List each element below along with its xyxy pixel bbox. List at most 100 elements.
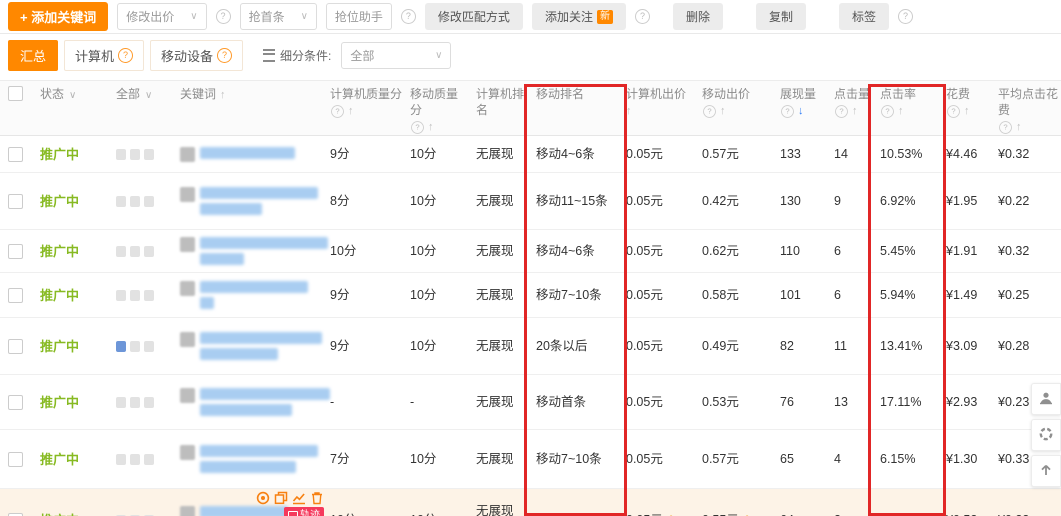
float-button-back-to-top[interactable] xyxy=(1031,455,1061,487)
column-header-mobile-quality-score[interactable]: 移动质量分? ↑ xyxy=(402,86,468,135)
tab-summary[interactable]: 汇总 xyxy=(8,39,59,71)
column-header-icons: ↑ xyxy=(626,104,694,119)
sort-icon[interactable]: ↑ xyxy=(220,89,226,101)
pc-bid-cell: 0.05元 xyxy=(618,192,694,211)
sort-icon[interactable]: ↑ xyxy=(852,104,858,119)
keyword-thumb xyxy=(180,332,195,348)
pc-rank-value: 无展现 xyxy=(476,244,514,258)
pc-rank-cell: 无展现 xyxy=(468,286,528,305)
row-checkbox[interactable] xyxy=(8,146,23,162)
table-row: 推广中轨迹10分10分无展现分布移动7~10条0.05元✎0.55元✎6423.… xyxy=(0,489,1061,516)
sort-icon[interactable]: ↑ xyxy=(348,104,354,119)
trajectory-badge[interactable]: 轨迹 xyxy=(284,507,324,516)
help-icon[interactable]: ? xyxy=(118,47,134,63)
table-row: 推广中 8分 10分 无展现 移动11~15条 0.05元 0.42元 130 9 6.92% ¥1… xyxy=(0,173,1061,231)
clicks-cell: 4 xyxy=(834,452,841,466)
segment-filter-dropdown[interactable]: 全部 ∨ xyxy=(341,41,452,69)
add-watch-button[interactable]: 添加关注 新 xyxy=(531,3,626,30)
device-icon xyxy=(116,148,126,160)
column-header-keyword[interactable]: 关键词 ↑ xyxy=(172,86,322,103)
copy-button[interactable]: 复制 xyxy=(755,3,806,30)
table-row: 推广中 - - 无展现 移动首条 0.05元 0.53元 76 13 17.11% ¥2.93 ¥0.… xyxy=(0,375,1061,431)
select-all-checkbox[interactable] xyxy=(8,86,23,101)
sort-icon[interactable]: ↑ xyxy=(1016,120,1022,135)
bid-value: 0.05元 xyxy=(626,452,663,466)
row-checkbox[interactable] xyxy=(8,394,23,410)
float-button-campaign[interactable] xyxy=(1031,419,1061,451)
column-header-icons: ? ↑ xyxy=(702,104,772,119)
help-icon[interactable]: ? xyxy=(400,9,416,24)
avg-click-cost-cell: ¥0.32 xyxy=(998,147,1030,161)
column-header-cost[interactable]: 花费? ↑ xyxy=(938,86,990,119)
help-icon[interactable]: ? xyxy=(215,9,231,24)
help-icon[interactable]: ? xyxy=(411,121,424,135)
clicks-cell: 6 xyxy=(834,288,841,302)
column-header-clicks[interactable]: 点击量? ↑ xyxy=(826,86,872,119)
mobile-bid-cell: 0.58元 xyxy=(694,286,772,305)
trash-icon[interactable] xyxy=(309,490,324,505)
tab-mobile[interactable]: 移动设备 ? xyxy=(150,39,244,71)
tag-button[interactable]: 标签 xyxy=(838,3,889,30)
help-icon[interactable]: ? xyxy=(634,9,650,24)
column-header-pc-quality-score[interactable]: 计算机质量分? ↑ xyxy=(322,86,402,119)
grab-first-dropdown[interactable]: 抢首条 ∨ xyxy=(239,3,317,30)
sort-icon[interactable]: ↑ xyxy=(964,104,970,119)
row-checkbox[interactable] xyxy=(8,338,23,354)
help-icon[interactable]: ? xyxy=(947,105,960,119)
help-icon[interactable]: ? xyxy=(217,47,233,63)
sort-icon[interactable]: ↑ xyxy=(898,104,904,119)
record-icon[interactable] xyxy=(255,490,270,505)
help-icon[interactable]: ? xyxy=(781,105,794,119)
sort-icon[interactable]: ↑ xyxy=(626,104,632,119)
row-checkbox[interactable] xyxy=(8,451,23,467)
impressions-cell: 76 xyxy=(780,395,794,409)
device-icon xyxy=(130,453,140,465)
device-icon xyxy=(144,195,154,207)
column-header-ctr[interactable]: 点击率? ↑ xyxy=(872,86,938,119)
trend-chart-icon[interactable] xyxy=(291,490,306,505)
column-header-impressions[interactable]: 展现量? ↓ xyxy=(772,86,826,119)
sort-icon[interactable]: ↑ xyxy=(428,120,434,135)
pc-quality-score-cell: 7分 xyxy=(330,452,350,466)
column-header-avg-click-cost[interactable]: 平均点击花费? ↑ xyxy=(990,86,1060,135)
delete-button[interactable]: 删除 xyxy=(672,3,723,30)
keyword-blur-bar xyxy=(200,146,295,159)
add-keyword-button[interactable]: + 添加关键词 xyxy=(8,2,109,31)
column-header-pc-bid[interactable]: 计算机出价 ↑ xyxy=(618,86,694,119)
column-header-device-filter[interactable]: 全部 ∨ xyxy=(108,86,172,103)
sort-icon[interactable]: ↓ xyxy=(798,104,804,119)
help-icon[interactable]: ? xyxy=(898,9,913,24)
ctr-cell: 17.11% xyxy=(880,395,922,409)
help-icon[interactable]: ? xyxy=(881,105,894,119)
rank-assistant-button[interactable]: 抢位助手 xyxy=(325,3,392,30)
row-checkbox[interactable] xyxy=(8,287,23,303)
pc-rank-value: 无展现 xyxy=(476,503,514,516)
column-header-mobile-rank[interactable]: 移动排名 xyxy=(528,86,618,102)
row-checkbox[interactable] xyxy=(8,193,23,209)
copy-creative-icon[interactable] xyxy=(273,490,288,505)
row-checkbox[interactable] xyxy=(8,243,23,259)
modify-bid-dropdown[interactable]: 修改出价 ∨ xyxy=(117,3,207,30)
status-badge: 推广中 xyxy=(40,394,80,410)
status-badge: 推广中 xyxy=(40,193,80,209)
ctr-cell: 5.94% xyxy=(880,288,916,302)
row-select-cell xyxy=(0,287,32,303)
help-icon[interactable]: ? xyxy=(999,121,1012,135)
device-icon xyxy=(116,453,126,465)
modify-match-type-button[interactable]: 修改匹配方式 xyxy=(424,3,523,30)
column-header-pc-rank[interactable]: 计算机排名 xyxy=(468,86,528,118)
device-icons-cell xyxy=(108,245,172,257)
column-label: 点击率 xyxy=(880,87,917,101)
tab-computer[interactable]: 计算机 ? xyxy=(64,39,145,71)
sort-icon[interactable]: ↑ xyxy=(720,104,726,119)
float-button-customer-service[interactable] xyxy=(1031,383,1061,415)
column-header-status[interactable]: 状态 ∨ xyxy=(32,86,108,103)
help-icon[interactable]: ? xyxy=(835,105,848,119)
help-icon[interactable]: ? xyxy=(703,105,716,119)
column-header-mobile-bid[interactable]: 移动出价? ↑ xyxy=(694,86,772,119)
chevron-down-icon: ∨ xyxy=(69,90,77,101)
mobile-rank-cell: 移动首条 xyxy=(536,395,587,409)
keyword-thumb xyxy=(180,237,195,253)
help-icon[interactable]: ? xyxy=(331,105,344,119)
keyword-blur-bar xyxy=(200,445,318,458)
